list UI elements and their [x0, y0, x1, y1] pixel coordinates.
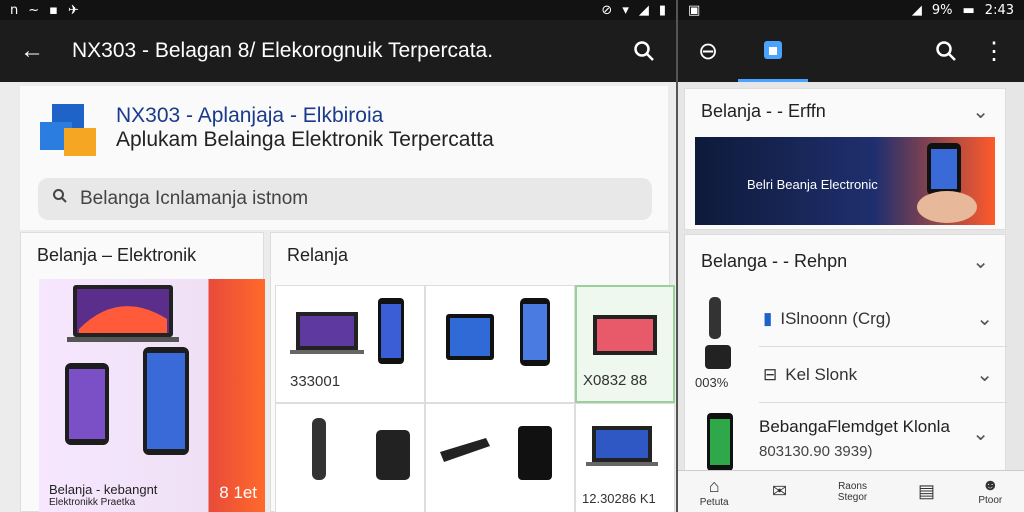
signal-icon: ◢	[911, 2, 922, 18]
left-phone-screen: n ~ ▪ ✈ ⊘ ▾ ◢ ▮ ← NX303 - Belagan 8/ Ele…	[0, 0, 676, 512]
nav-home[interactable]: ⌂ Petuta	[700, 476, 729, 508]
item-icon: ▮	[763, 308, 773, 328]
home-icon: ⌂	[708, 475, 720, 496]
remote-camera-icon	[705, 297, 731, 369]
right-phone-screen: ▣ ◢ 9% ▬ 2:43 ⊖ ⋮ Belanja - - Erffn ⌄ Be…	[676, 0, 1024, 512]
section-card: Belanga - - Rehpn ⌄ 003% ▮ ISlnoonn (Crg…	[684, 234, 1009, 474]
promo-caption-line: Elektronikk Praetka	[49, 497, 136, 508]
price-label: 003%	[695, 375, 729, 390]
shopping-grid-card: Relanja 333001 X0832 88 12.30286 K1	[270, 232, 675, 512]
back-arrow-icon[interactable]: ←	[14, 33, 50, 69]
mail-icon: ✉	[772, 481, 788, 501]
search-icon[interactable]	[626, 33, 662, 69]
status-icon: n	[10, 2, 19, 18]
nav-label: Ptoor	[978, 495, 1003, 506]
status-icon: ✈	[67, 2, 79, 18]
app-bar-title: NX303 - Belagan 8/ Elekorognuik Terperca…	[72, 39, 494, 62]
chevron-down-icon[interactable]: ⌄	[976, 362, 993, 387]
search-icon	[52, 188, 68, 210]
section-title: Belanja - - Erffn	[701, 101, 826, 121]
product-title[interactable]: BebangaFlemdget Klonla	[759, 417, 950, 437]
card-title: Belanja – Elektronik	[37, 245, 197, 265]
remote-camera-icon	[312, 418, 410, 480]
more-vert-icon[interactable]: ⋮	[976, 33, 1012, 69]
banner-text: Belri Beanja Electronic	[747, 177, 878, 192]
document-icon: ▤	[917, 481, 935, 501]
nav-profile[interactable]: ☻ Ptoor	[978, 477, 1002, 506]
nav-stores[interactable]: Raons Stegor	[831, 481, 875, 503]
status-icon: ~	[28, 2, 40, 18]
promo-banner[interactable]: Belri Beanja Electronic	[695, 137, 995, 225]
store-icon	[764, 40, 782, 59]
clock: 2:43	[984, 2, 1014, 18]
tv-icon	[593, 315, 657, 355]
promo-caption: Belanja - kebangnt Elektronikk Praetka	[49, 483, 157, 509]
tablet-phone-icon	[446, 298, 550, 366]
nav-messages[interactable]: ✉	[772, 481, 787, 502]
nav-orders[interactable]: ▤	[918, 481, 935, 502]
product-price: 803130.90 3939)	[759, 443, 873, 460]
battery-icon: ▬	[962, 2, 975, 18]
promo-banner[interactable]: Belanja - kebangnt Elektronikk Praetka 8…	[39, 279, 265, 512]
battery-icon: ▮	[658, 2, 666, 18]
product-label: X0832 88	[583, 372, 648, 389]
signal-icon: ◢	[638, 2, 649, 18]
keyboard-phone-icon	[440, 426, 552, 480]
product-cell[interactable]	[425, 403, 575, 512]
product-label: 12.30286 K1	[582, 491, 656, 506]
bottom-navigation: ⌂ Petuta ✉ Raons Stegor ▤ ☻ Ptoor	[678, 470, 1024, 512]
chevron-down-icon[interactable]: ⌄	[972, 421, 989, 446]
status-icon: ▪	[49, 2, 58, 18]
product-cell[interactable]	[425, 285, 575, 403]
devices-illustration	[65, 285, 189, 455]
phone-icon	[707, 413, 733, 471]
chevron-down-icon[interactable]: ⌄	[976, 306, 993, 331]
laptop-phone-icon	[290, 298, 404, 364]
laptop-icon	[586, 426, 658, 466]
product-cell[interactable]: 12.30286 K1	[575, 403, 675, 512]
nav-label: Raons Stegor	[837, 480, 868, 503]
phone-in-hand-icon	[917, 143, 977, 223]
card-title: Relanja	[287, 245, 349, 265]
app-name-line: NX303 - Aplanjaja - Elkbiroia	[116, 104, 384, 127]
app-logo-icon	[40, 104, 96, 156]
app-bar: ⊖ ⋮	[678, 20, 1024, 82]
nav-label: Petuta	[699, 496, 729, 508]
wifi-icon: ▾	[622, 2, 629, 18]
item-label: ISlnoonn (Crg)	[780, 308, 891, 328]
chevron-down-icon[interactable]: ⌄	[972, 249, 989, 274]
app-bar: ← NX303 - Belagan 8/ Elekorognuik Terper…	[0, 20, 676, 82]
status-bar: ▣ ◢ 9% ▬ 2:43	[678, 0, 1024, 20]
search-input[interactable]: Belanga Icnlamanja istnom	[38, 178, 652, 220]
app-header-card: NX303 - Aplanjaja - Elkbiroia Aplukam Be…	[20, 86, 668, 230]
product-cell[interactable]: 333001	[275, 285, 425, 403]
product-cell-selected[interactable]: X0832 88	[575, 285, 675, 403]
status-icon: ⊘	[601, 2, 613, 18]
search-placeholder: Belanga Icnlamanja istnom	[80, 188, 309, 209]
search-icon[interactable]	[928, 33, 964, 69]
list-item[interactable]: ▮ ISlnoonn (Crg) ⌄	[759, 291, 1009, 347]
profile-icon: ☻	[981, 477, 999, 494]
item-label: Kel Slonk	[785, 364, 858, 384]
electronics-card[interactable]: Belanja – Elektronik Belanja - kebangnt …	[20, 232, 265, 512]
tab-store[interactable]	[738, 20, 808, 82]
status-bar: n ~ ▪ ✈ ⊘ ▾ ◢ ▮	[0, 0, 676, 20]
chevron-down-icon[interactable]: ⌄	[972, 99, 989, 124]
product-label: 333001	[290, 373, 341, 390]
section-card[interactable]: Belanja - - Erffn ⌄ Belri Beanja Electro…	[684, 88, 1006, 230]
promo-caption-line: Belanja - kebangnt	[49, 482, 158, 497]
app-tagline: Aplukam Belainga Elektronik Terpercatta	[116, 128, 494, 151]
product-cell[interactable]	[275, 403, 425, 512]
notification-icon: ▣	[688, 2, 701, 18]
list-item[interactable]: ⊟ Kel Slonk ⌄	[759, 347, 1009, 403]
item-icon: ⊟	[763, 364, 778, 384]
section-title: Belanga - - Rehpn	[701, 251, 848, 271]
battery-percent: 9%	[931, 2, 953, 18]
minus-circle-icon[interactable]: ⊖	[690, 33, 726, 69]
promo-tag: 8 1et	[219, 483, 257, 502]
